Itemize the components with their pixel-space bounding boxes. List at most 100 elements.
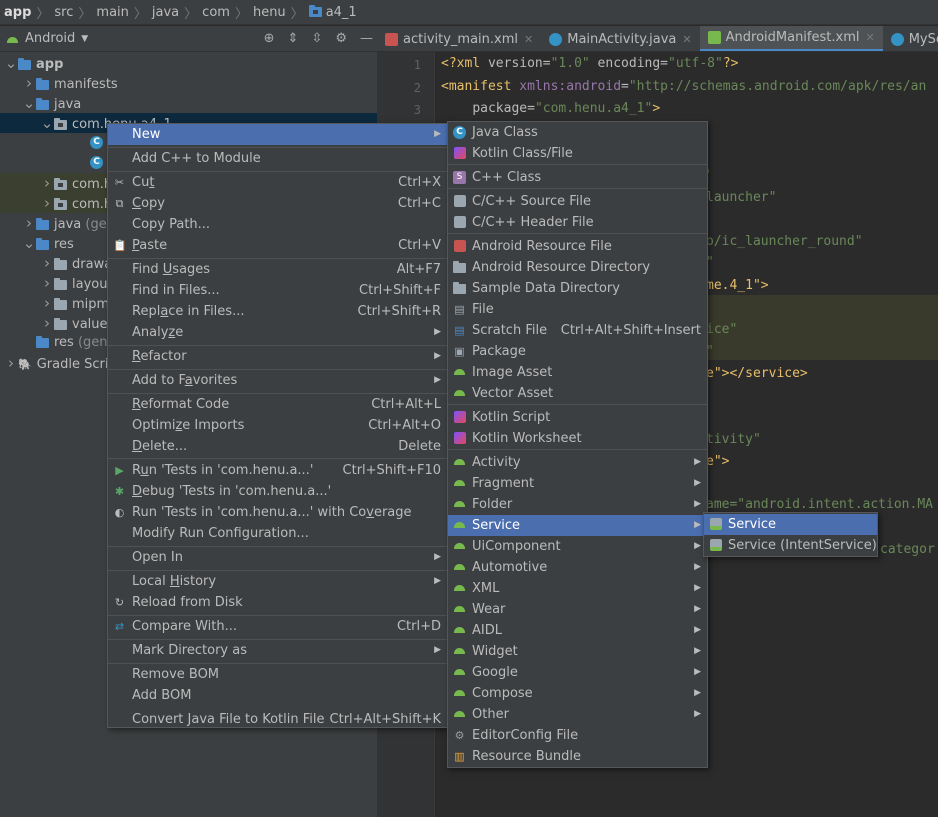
chevron-down-icon[interactable]: ⌄	[4, 53, 18, 73]
chevron-down-icon[interactable]: ⌄	[22, 93, 36, 113]
project-view-selector[interactable]: Android	[25, 31, 75, 46]
close-icon[interactable]: ✕	[865, 31, 874, 44]
collapse-all-icon[interactable]: ⇳	[311, 31, 322, 46]
submenu-arrow-icon: ▶	[434, 129, 441, 139]
menu-item-refactor[interactable]: Refactor ▶	[108, 346, 447, 367]
menu-item-activity[interactable]: Activity ▶	[448, 452, 707, 473]
menu-item-vector-asset[interactable]: Vector Asset	[448, 383, 707, 404]
menu-item-new[interactable]: New ▶	[108, 124, 447, 145]
tab-androidmanifest-xml[interactable]: AndroidManifest.xml ✕	[699, 26, 883, 51]
menu-item-android-resource-directory[interactable]: Android Resource Directory	[448, 257, 707, 278]
menu-item-find-usages[interactable]: Find Usages Alt+F7	[108, 259, 447, 280]
chevron-right-icon[interactable]: ›	[40, 313, 54, 333]
breadcrumb-separator-icon: 〉	[234, 6, 248, 22]
close-icon[interactable]: ✕	[524, 33, 533, 46]
tab-activity-main-xml[interactable]: activity_main.xml ✕	[377, 26, 541, 51]
menu-item-editorconfig-file[interactable]: ⚙ EditorConfig File	[448, 725, 707, 746]
menu-item-copy[interactable]: ⧉ Copy Ctrl+C	[108, 193, 447, 214]
chevron-down-icon[interactable]: ▼	[81, 34, 88, 44]
breadcrumb-item[interactable]: src	[54, 5, 73, 20]
menu-item-service-intentservice[interactable]: Service (IntentService)	[704, 535, 877, 556]
chevron-right-icon[interactable]: ›	[40, 173, 54, 193]
menu-item-wear[interactable]: Wear ▶	[448, 599, 707, 620]
menu-item-aidl[interactable]: AIDL ▶	[448, 620, 707, 641]
chevron-right-icon[interactable]: ›	[22, 213, 36, 233]
menu-item-mark-directory-as[interactable]: Mark Directory as ▶	[108, 640, 447, 661]
chevron-down-icon[interactable]: ⌄	[40, 113, 54, 133]
menu-item-service[interactable]: Service	[704, 514, 877, 535]
chevron-down-icon[interactable]: ⌄	[22, 233, 36, 253]
menu-item-other[interactable]: Other ▶	[448, 704, 707, 725]
menu-item-run-tests-in-com-henu-a[interactable]: ▶ Run 'Tests in 'com.henu.a...' Ctrl+Shift…	[108, 460, 447, 481]
breadcrumb-item[interactable]: henu	[253, 5, 286, 20]
menu-item-automotive[interactable]: Automotive ▶	[448, 557, 707, 578]
menu-item-kotlin-class-file[interactable]: Kotlin Class/File	[448, 143, 707, 164]
menu-item-add-to-favorites[interactable]: Add to Favorites ▶	[108, 370, 447, 391]
menu-item-add-c-to-module[interactable]: Add C++ to Module	[108, 148, 447, 169]
menu-item-package[interactable]: ▣ Package	[448, 341, 707, 362]
menu-item-add-bom[interactable]: Add BOM	[108, 685, 447, 706]
menu-item-compare-with[interactable]: ⇄ Compare With... Ctrl+D	[108, 616, 447, 637]
menu-item-replace-in-files[interactable]: Replace in Files... Ctrl+Shift+R	[108, 301, 447, 322]
menu-item-delete[interactable]: Delete... Delete	[108, 436, 447, 457]
menu-item-c-class[interactable]: S C++ Class	[448, 167, 707, 188]
menu-item-cut[interactable]: ✂ Cut Ctrl+X	[108, 172, 447, 193]
menu-item-service[interactable]: Service ▶	[448, 515, 707, 536]
breadcrumb-item[interactable]: a4_1	[326, 5, 357, 20]
chevron-right-icon[interactable]: ›	[40, 273, 54, 293]
menu-item-resource-bundle[interactable]: ▥ Resource Bundle	[448, 746, 707, 767]
menu-item-remove-bom[interactable]: Remove BOM	[108, 664, 447, 685]
breadcrumb-item[interactable]: com	[202, 5, 230, 20]
menu-item-kotlin-worksheet[interactable]: Kotlin Worksheet	[448, 428, 707, 449]
menu-item-debug-tests-in-com-henu-a[interactable]: ✱ Debug 'Tests in 'com.henu.a...'	[108, 481, 447, 502]
tree-item[interactable]: ⌄ java	[0, 93, 377, 113]
menu-item-c-c-source-file[interactable]: C/C++ Source File	[448, 191, 707, 212]
menu-item-xml[interactable]: XML ▶	[448, 578, 707, 599]
code-fragment: o/ic_launcher_round"	[706, 234, 863, 249]
menu-item-fragment[interactable]: Fragment ▶	[448, 473, 707, 494]
breadcrumb-item[interactable]: java	[152, 5, 179, 20]
chevron-right-icon[interactable]: ›	[40, 293, 54, 313]
breadcrumb-item[interactable]: app	[4, 5, 31, 20]
menu-item-google[interactable]: Google ▶	[448, 662, 707, 683]
menu-item-copy-path[interactable]: Copy Path...	[108, 214, 447, 235]
menu-item-find-in-files[interactable]: Find in Files... Ctrl+Shift+F	[108, 280, 447, 301]
menu-item-compose[interactable]: Compose ▶	[448, 683, 707, 704]
menu-item-uicomponent[interactable]: UiComponent ▶	[448, 536, 707, 557]
menu-item-modify-run-configuration[interactable]: Modify Run Configuration...	[108, 523, 447, 544]
menu-item-local-history[interactable]: Local History ▶	[108, 571, 447, 592]
menu-item-file[interactable]: ▤ File	[448, 299, 707, 320]
chevron-right-icon[interactable]: ›	[40, 193, 54, 213]
menu-item-paste[interactable]: 📋 Paste Ctrl+V	[108, 235, 447, 256]
menu-item-c-c-header-file[interactable]: C/C++ Header File	[448, 212, 707, 233]
tree-item[interactable]: ⌄ app	[0, 53, 377, 73]
menu-item-widget[interactable]: Widget ▶	[448, 641, 707, 662]
menu-item-reload-from-disk[interactable]: ↻ Reload from Disk	[108, 592, 447, 613]
menu-item-reformat-code[interactable]: Reformat Code Ctrl+Alt+L	[108, 394, 447, 415]
menu-item-folder[interactable]: Folder ▶	[448, 494, 707, 515]
minimize-icon[interactable]: —	[360, 31, 373, 46]
close-icon[interactable]: ✕	[682, 33, 691, 46]
menu-item-kotlin-script[interactable]: Kotlin Script	[448, 407, 707, 428]
menu-item-sample-data-directory[interactable]: Sample Data Directory	[448, 278, 707, 299]
gear-icon[interactable]: ⚙	[335, 31, 347, 46]
menu-item-android-resource-file[interactable]: Android Resource File	[448, 236, 707, 257]
chevron-right-icon[interactable]: ›	[40, 253, 54, 273]
chevron-right-icon[interactable]: ›	[22, 73, 36, 93]
breadcrumb-separator-icon: 〉	[290, 6, 304, 22]
menu-item-scratch-file[interactable]: ▤ Scratch File Ctrl+Alt+Shift+Insert	[448, 320, 707, 341]
menu-item-java-class[interactable]: C Java Class	[448, 122, 707, 143]
tree-item[interactable]: › manifests	[0, 73, 377, 93]
chevron-right-icon[interactable]: ›	[4, 353, 18, 373]
menu-item-image-asset[interactable]: Image Asset	[448, 362, 707, 383]
menu-item-open-in[interactable]: Open In ▶	[108, 547, 447, 568]
breadcrumb-item[interactable]: main	[96, 5, 128, 20]
expand-all-icon[interactable]: ⇕	[288, 31, 299, 46]
tab-myservice[interactable]: MyService	[883, 26, 938, 51]
menu-item-optimize-imports[interactable]: Optimize Imports Ctrl+Alt+O	[108, 415, 447, 436]
menu-item-convert-java-file-to-kotlin-file[interactable]: Convert Java File to Kotlin File Ctrl+Alt…	[108, 709, 447, 730]
crosshair-icon[interactable]: ⊕	[264, 31, 275, 46]
menu-item-analyze[interactable]: Analyze ▶	[108, 322, 447, 343]
menu-item-run-tests-in-com-henu-a-with-coverage[interactable]: ◐ Run 'Tests in 'com.henu.a...' with Cove…	[108, 502, 447, 523]
tab-mainactivity-java[interactable]: MainActivity.java ✕	[541, 26, 699, 51]
